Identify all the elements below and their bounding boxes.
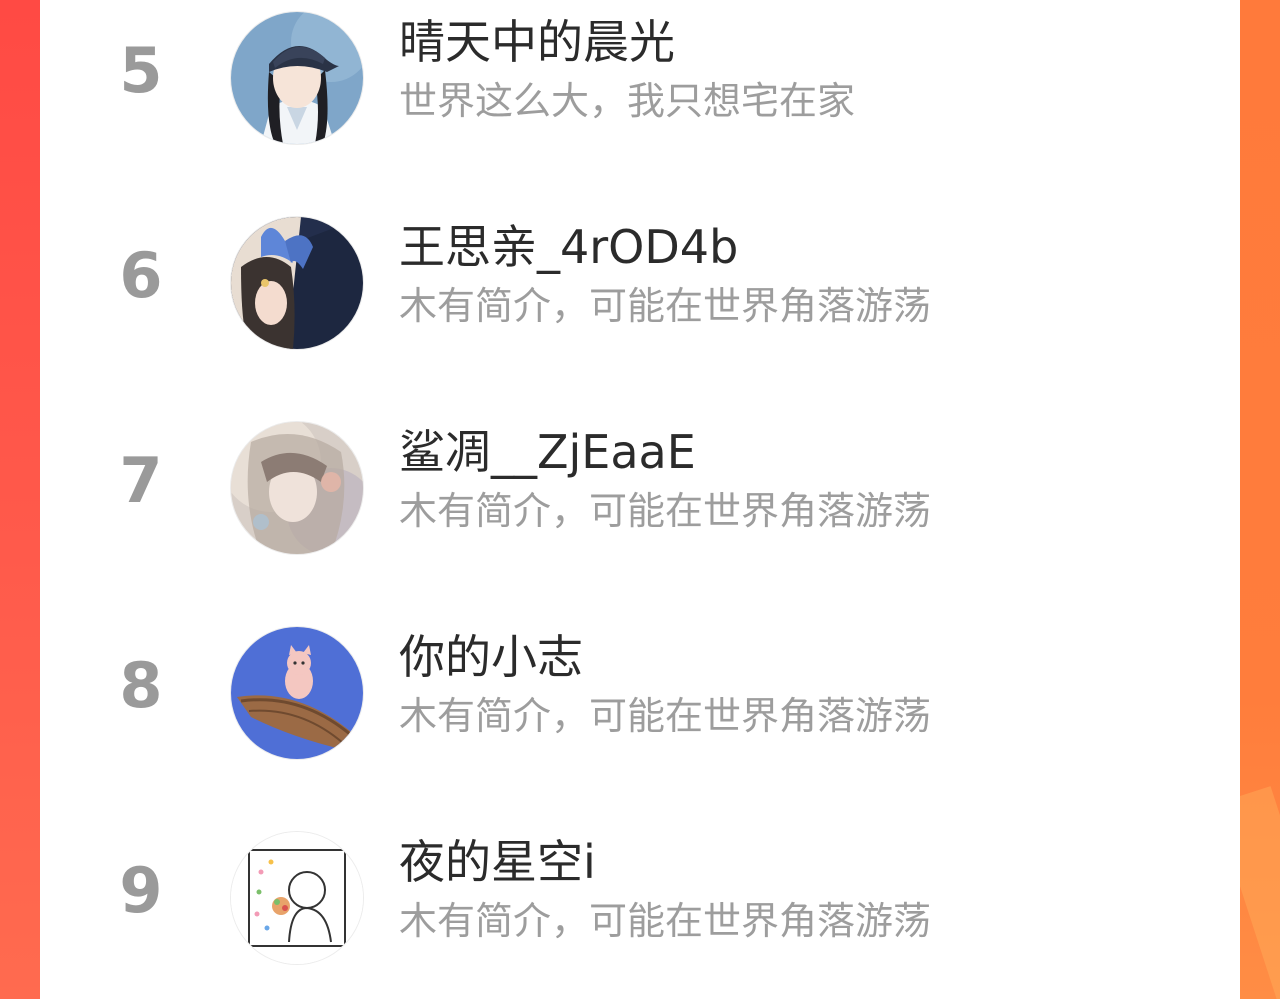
doodle-eating-avatar-icon[interactable]	[231, 832, 363, 964]
rank-number: 5	[119, 34, 163, 107]
user-name[interactable]: 晴天中的晨光	[399, 12, 675, 72]
right-gradient-border	[1240, 0, 1280, 999]
user-bio: 木有简介，可能在世界角落游荡	[399, 694, 932, 738]
rank-number: 6	[119, 239, 163, 312]
user-name[interactable]: 夜的星空i	[399, 832, 596, 892]
rank-number: 8	[119, 649, 163, 722]
ranking-list-panel: 5 晴天中的晨光 世界这么大，我只想宅在家 6 王思亲_4rOD4b 木有简介，…	[40, 0, 1240, 999]
user-name[interactable]: 你的小志	[399, 627, 583, 687]
user-name[interactable]: 鲨凋__ZjEaaE	[399, 422, 696, 482]
user-name[interactable]: 王思亲_4rOD4b	[399, 217, 738, 277]
ranking-list-item[interactable]: 8 你的小志 木有简介，可能在世界角落游荡	[40, 615, 1240, 785]
user-bio: 木有简介，可能在世界角落游荡	[399, 899, 932, 943]
user-bio: 世界这么大，我只想宅在家	[399, 79, 856, 123]
girl-with-cap-avatar-icon[interactable]	[231, 12, 363, 144]
rank-number: 9	[119, 854, 163, 927]
ranking-list-item[interactable]: 5 晴天中的晨光 世界这么大，我只想宅在家	[40, 0, 1240, 170]
ranking-list-item[interactable]: 9 夜的星空i 木有简介，可能在世界角落游荡	[40, 820, 1240, 990]
girl-with-bunny-ears-avatar-icon[interactable]	[231, 217, 363, 349]
user-bio: 木有简介，可能在世界角落游荡	[399, 489, 932, 533]
ranking-list-item[interactable]: 7 鲨凋__ZjEaaE 木有简介，可能在世界角落游荡	[40, 410, 1240, 580]
rank-number: 7	[119, 444, 163, 517]
user-bio: 木有简介，可能在世界角落游荡	[399, 284, 932, 328]
anime-girl-avatar-icon[interactable]	[231, 422, 363, 554]
cat-on-boat-avatar-icon[interactable]	[231, 627, 363, 759]
left-gradient-border	[0, 0, 40, 999]
ranking-list-item[interactable]: 6 王思亲_4rOD4b 木有简介，可能在世界角落游荡	[40, 205, 1240, 375]
